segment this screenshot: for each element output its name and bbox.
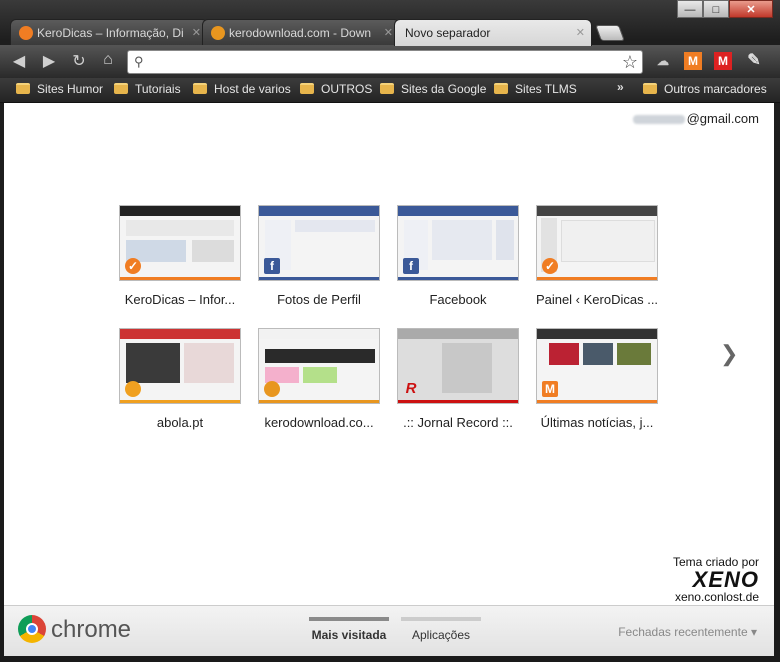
redacted-username bbox=[632, 115, 685, 125]
theme-credit: Tema criado por XENO xeno.conlost.de bbox=[673, 556, 759, 604]
most-visited-tile[interactable]: R bbox=[397, 328, 519, 404]
chrome-brand: chrome bbox=[51, 616, 132, 643]
tile-title[interactable]: kerodownload.co... bbox=[249, 415, 389, 430]
tile-title[interactable]: Facebook bbox=[388, 292, 528, 307]
ntp-footer: chrome Mais visitada Aplicações Fechadas… bbox=[4, 605, 774, 656]
folder-icon bbox=[380, 83, 394, 94]
tile-title[interactable]: .:: Jornal Record ::. bbox=[388, 415, 528, 430]
kerodicas-check-icon: ✓ bbox=[125, 258, 141, 274]
people-extension-icon[interactable]: ☁ bbox=[654, 52, 672, 70]
tab-title: kerodownload.com - Down bbox=[229, 26, 372, 40]
facebook-icon: f bbox=[264, 258, 280, 274]
facebook-icon: f bbox=[403, 258, 419, 274]
chrome-logo-icon bbox=[18, 615, 46, 643]
close-window-button[interactable]: ✕ bbox=[729, 0, 773, 18]
search-icon: ⚲ bbox=[134, 54, 144, 69]
tab-most-visited[interactable]: Mais visitada bbox=[309, 617, 389, 642]
reload-icon[interactable]: ↻ bbox=[68, 51, 90, 71]
tab-kerodicas[interactable]: KeroDicas – Informação, Di ✕ bbox=[10, 19, 208, 45]
wrench-menu-icon[interactable]: ✎ bbox=[745, 52, 763, 70]
bookmark-folder[interactable]: Sites Humor bbox=[16, 82, 103, 96]
bookmark-folder[interactable]: OUTROS bbox=[300, 82, 372, 96]
bookmark-folder[interactable]: Sites TLMS bbox=[494, 82, 577, 96]
forward-icon[interactable]: ▶ bbox=[38, 51, 60, 71]
tile-title[interactable]: Fotos de Perfil bbox=[249, 292, 389, 307]
bookmarks-overflow-chevron-icon[interactable]: » bbox=[617, 80, 624, 94]
folder-icon bbox=[643, 83, 657, 94]
home-icon[interactable]: ⌂ bbox=[97, 51, 119, 69]
most-visited-tile[interactable]: f bbox=[258, 205, 380, 281]
tile-title[interactable]: abola.pt bbox=[110, 415, 250, 430]
bookmark-star-icon[interactable]: ☆ bbox=[622, 51, 638, 73]
kerodicas-check-icon bbox=[19, 26, 33, 40]
account-email[interactable]: @gmail.com bbox=[632, 111, 759, 126]
folder-icon bbox=[16, 83, 30, 94]
bookmark-folder[interactable]: Sites da Google bbox=[380, 82, 486, 96]
tab-close-icon[interactable]: ✕ bbox=[192, 20, 201, 45]
tile-title[interactable]: KeroDicas – Infor... bbox=[110, 292, 250, 307]
m-extension-icon[interactable]: M bbox=[684, 52, 702, 70]
most-visited-tile[interactable]: f bbox=[397, 205, 519, 281]
most-visited-tile[interactable] bbox=[119, 328, 241, 404]
kerodicas-check-icon: ✓ bbox=[542, 258, 558, 274]
bookmark-folder[interactable]: Host de varios bbox=[193, 82, 291, 96]
back-icon[interactable]: ◀ bbox=[8, 51, 30, 71]
tab-close-icon[interactable]: ✕ bbox=[384, 20, 393, 45]
record-r-icon: R bbox=[405, 380, 417, 397]
window-controls: — □ ✕ bbox=[677, 0, 773, 18]
gmail-checker-icon[interactable]: M bbox=[714, 52, 732, 70]
tab-novo-separador[interactable]: Novo separador ✕ bbox=[394, 19, 592, 46]
tile-title[interactable]: Últimas notícias, j... bbox=[527, 415, 667, 430]
tab-title: Novo separador bbox=[405, 26, 491, 40]
tile-title[interactable]: Painel ‹ KeroDicas ... bbox=[527, 292, 667, 307]
maisfutebol-m-icon: M bbox=[542, 381, 558, 397]
most-visited-tile[interactable]: M bbox=[536, 328, 658, 404]
new-tab-button[interactable] bbox=[595, 25, 625, 41]
most-visited-tile[interactable]: ✓ bbox=[119, 205, 241, 281]
tab-kerodownload[interactable]: kerodownload.com - Down ✕ bbox=[202, 19, 400, 45]
chevron-down-icon: ▾ bbox=[750, 625, 757, 639]
new-tab-page: @gmail.com ✓ f f ✓ KeroDicas – Infor... … bbox=[4, 103, 774, 605]
theme-site-link[interactable]: xeno.conlost.de bbox=[673, 591, 759, 604]
folder-icon bbox=[114, 83, 128, 94]
most-visited-tile[interactable]: ✓ bbox=[536, 205, 658, 281]
next-page-chevron-icon[interactable]: ❯ bbox=[720, 341, 738, 367]
folder-icon bbox=[494, 83, 508, 94]
abola-ball-icon bbox=[125, 381, 141, 397]
maximize-button[interactable]: □ bbox=[703, 0, 729, 18]
kerodownload-icon bbox=[264, 381, 280, 397]
browser-window: — □ ✕ KeroDicas – Informação, Di ✕ kerod… bbox=[0, 0, 780, 662]
minimize-button[interactable]: — bbox=[677, 0, 703, 18]
other-bookmarks[interactable]: Outros marcadores bbox=[643, 82, 767, 96]
kerodownload-icon bbox=[211, 26, 225, 40]
tab-apps[interactable]: Aplicações bbox=[401, 617, 481, 642]
folder-icon bbox=[193, 83, 207, 94]
recently-closed-menu[interactable]: Fechadas recentemente ▾ bbox=[618, 625, 757, 639]
folder-icon bbox=[300, 83, 314, 94]
bookmarks-bar: Sites Humor Tutoriais Host de varios OUT… bbox=[0, 78, 780, 103]
omnibox[interactable]: ⚲ ☆ bbox=[127, 50, 643, 74]
most-visited-tile[interactable] bbox=[258, 328, 380, 404]
toolbar: ◀ ▶ ↻ ⌂ ⚲ ☆ ☁ M M ✎ bbox=[0, 45, 780, 78]
theme-brand: XENO bbox=[692, 567, 759, 592]
tab-strip: KeroDicas – Informação, Di ✕ kerodownloa… bbox=[10, 19, 625, 46]
tab-close-icon[interactable]: ✕ bbox=[576, 20, 585, 46]
tab-title: KeroDicas – Informação, Di bbox=[37, 26, 184, 40]
bookmark-folder[interactable]: Tutoriais bbox=[114, 82, 181, 96]
